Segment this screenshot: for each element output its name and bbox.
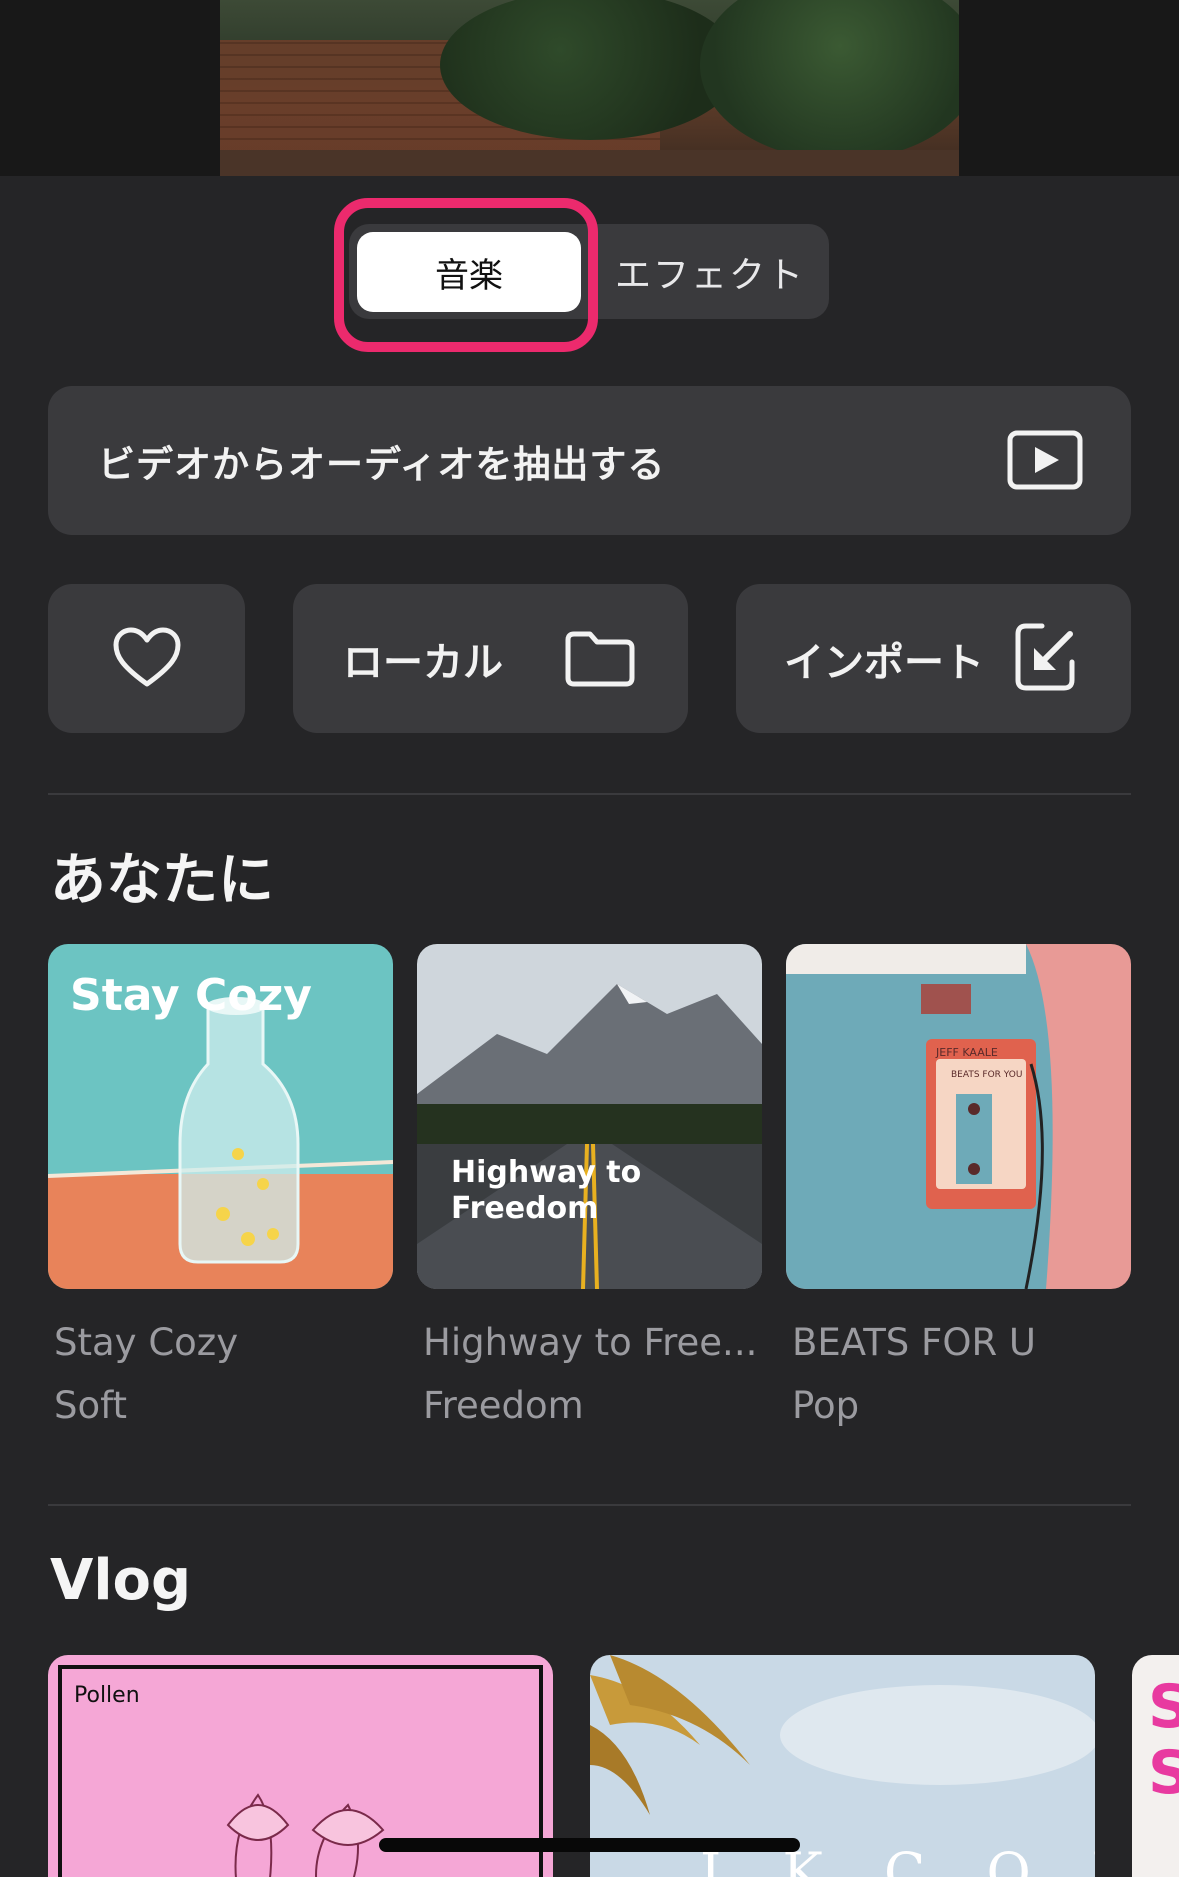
- section-divider: [48, 793, 1131, 795]
- section-title-vlog: Vlog: [50, 1548, 192, 1613]
- album-art: Highway to Freedom: [417, 944, 762, 1289]
- import-label: インポート: [784, 639, 984, 686]
- local-button[interactable]: ローカル: [293, 584, 688, 733]
- folder-icon: [565, 631, 635, 687]
- track-card-highway-to-freedom[interactable]: Highway to Freedom: [417, 944, 762, 1289]
- svg-text:JEFF KAALE: JEFF KAALE: [935, 1046, 998, 1059]
- section-title-for-you: あなたに: [50, 848, 274, 913]
- heart-icon: [113, 627, 181, 687]
- svg-text:S: S: [1148, 1672, 1179, 1742]
- svg-text:Highway to: Highway to: [451, 1155, 641, 1190]
- import-arrow-icon: [1015, 623, 1075, 691]
- track-title: Highway to Free...: [423, 1321, 758, 1364]
- import-button[interactable]: インポート: [736, 584, 1131, 733]
- album-art: JEFF KAALE BEATS FOR YOU: [786, 944, 1131, 1289]
- vlog-card-partial[interactable]: S S: [1132, 1655, 1179, 1877]
- extract-audio-label: ビデオからオーディオを抽出する: [98, 442, 666, 486]
- track-title: BEATS FOR U: [792, 1321, 1037, 1364]
- track-genre: Soft: [54, 1384, 128, 1427]
- favorites-button[interactable]: [48, 584, 245, 733]
- extract-audio-button[interactable]: ビデオからオーディオを抽出する: [48, 386, 1131, 535]
- track-card-stay-cozy[interactable]: Stay Cozy: [48, 944, 393, 1289]
- section-divider: [48, 1504, 1131, 1506]
- track-title: Stay Cozy: [54, 1321, 239, 1364]
- video-preview-thumbnail[interactable]: [220, 0, 959, 176]
- video-preview-strip: [0, 0, 1179, 176]
- svg-text:Freedom: Freedom: [451, 1191, 598, 1226]
- svg-text:S: S: [1148, 1738, 1179, 1808]
- track-genre: Pop: [792, 1384, 860, 1427]
- track-card-beats-for-u[interactable]: JEFF KAALE BEATS FOR YOU: [786, 944, 1131, 1289]
- svg-text:BEATS FOR YOU: BEATS FOR YOU: [951, 1070, 1022, 1080]
- play-screen-icon: [1007, 430, 1083, 490]
- tab-effects[interactable]: エフェクト: [600, 232, 820, 312]
- local-label: ローカル: [343, 639, 503, 686]
- album-art-text: Pollen: [74, 1683, 140, 1708]
- album-art: Stay Cozy: [48, 944, 393, 1289]
- highlight-annotation: [334, 198, 598, 352]
- album-art-text: Stay Cozy: [70, 970, 312, 1021]
- home-indicator[interactable]: [379, 1838, 800, 1852]
- album-art: S S: [1132, 1655, 1179, 1877]
- track-genre: Freedom: [423, 1384, 584, 1427]
